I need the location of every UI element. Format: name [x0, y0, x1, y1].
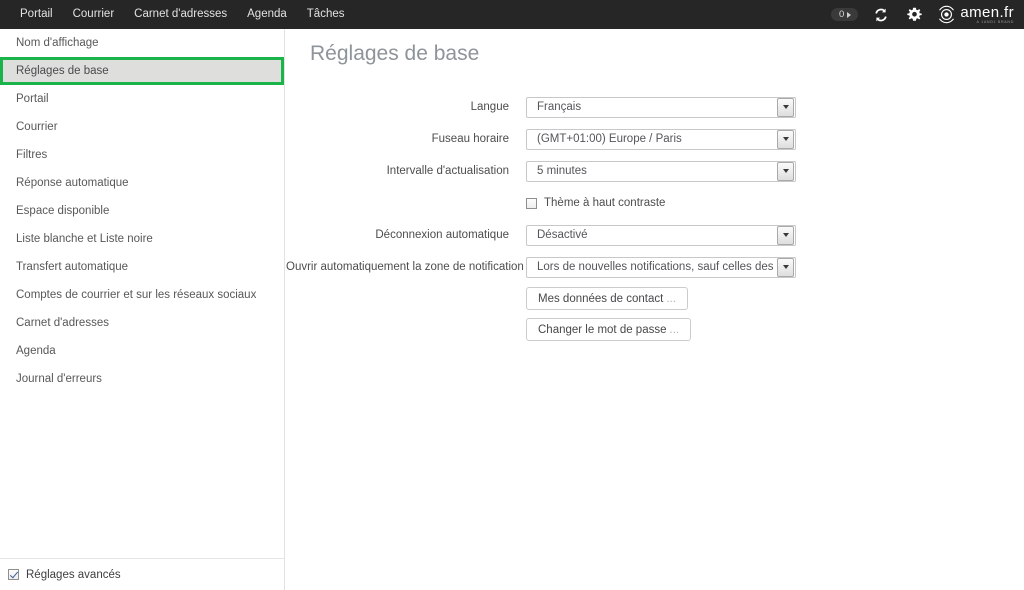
sidebar-item-label: Portail: [16, 93, 49, 105]
sidebar-item-reglages-de-base[interactable]: Réglages de base: [0, 57, 284, 85]
main-content: Réglages de base Langue Français Fuseau …: [286, 29, 1024, 590]
sidebar-item-journal-derreurs[interactable]: Journal d'erreurs: [0, 365, 284, 393]
chevron-down-icon[interactable]: [777, 225, 794, 245]
change-password-button[interactable]: Changer le mot de passe ...: [526, 318, 692, 341]
sidebar-item-label: Filtres: [16, 149, 48, 161]
auto-logout-select[interactable]: Désactivé: [526, 224, 796, 246]
sidebar-item-label: Espace disponible: [16, 205, 110, 217]
refresh-interval-value: 5 minutes: [537, 165, 587, 177]
page-title: Réglages de base: [310, 42, 480, 65]
language-select[interactable]: Français: [526, 96, 796, 118]
brand-subtitle: A 1AND1 BRAND: [976, 19, 1014, 24]
sidebar-item-comptes-courrier-reseaux[interactable]: Comptes de courrier et sur les réseaux s…: [0, 281, 284, 309]
brand-logo[interactable]: amen.fr A 1AND1 BRAND: [937, 5, 1014, 25]
language-label: Langue: [470, 101, 509, 113]
nav-item-courrier[interactable]: Courrier: [63, 0, 125, 29]
language-value: Français: [537, 101, 582, 113]
top-bar-actions: 0 amen.fr A 1AND1 BRAND: [831, 0, 1024, 29]
refresh-button[interactable]: [871, 5, 891, 25]
chevron-down-icon[interactable]: [777, 161, 794, 181]
sidebar-item-label: Comptes de courrier et sur les réseaux s…: [16, 289, 257, 301]
sidebar-item-transfert-automatique[interactable]: Transfert automatique: [0, 253, 284, 281]
nav-item-taches[interactable]: Tâches: [297, 0, 355, 29]
sidebar-item-label: Courrier: [16, 121, 58, 133]
auto-logout-label: Déconnexion automatique: [375, 229, 509, 241]
form-row-high-contrast: Thème à haut contraste: [286, 187, 1024, 219]
notification-count-value: 0: [839, 8, 845, 20]
notification-area-select[interactable]: Lors de nouvelles notifications, sauf ce…: [526, 256, 796, 278]
nav-item-portail[interactable]: Portail: [10, 0, 63, 29]
form-row-change-password: Changer le mot de passe ...: [286, 314, 1024, 345]
sidebar-item-nom-daffichage[interactable]: Nom d'affichage: [0, 29, 284, 57]
gear-icon: [907, 7, 922, 21]
top-navigation: Portail Courrier Carnet d'adresses Agend…: [0, 0, 355, 29]
sidebar-item-list: Nom d'affichage Réglages de base Portail…: [0, 29, 284, 558]
form-row-timezone: Fuseau horaire (GMT+01:00) Europe / Pari…: [286, 123, 1024, 155]
amen-logo-icon: [937, 5, 957, 24]
timezone-select[interactable]: (GMT+01:00) Europe / Paris: [526, 128, 796, 150]
high-contrast-checkbox[interactable]: [526, 197, 537, 209]
sidebar-item-courrier[interactable]: Courrier: [0, 113, 284, 141]
sidebar-item-agenda[interactable]: Agenda: [0, 337, 284, 365]
sidebar-item-label: Journal d'erreurs: [16, 373, 102, 385]
sidebar-item-label: Nom d'affichage: [16, 37, 99, 49]
notification-area-value: Lors de nouvelles notifications, sauf ce…: [537, 261, 777, 273]
high-contrast-label[interactable]: Thème à haut contraste: [544, 197, 665, 209]
chevron-down-icon[interactable]: [777, 97, 794, 117]
sidebar-item-label: Agenda: [16, 345, 56, 357]
nav-item-carnet-adresses[interactable]: Carnet d'adresses: [124, 0, 237, 29]
sidebar-item-label: Liste blanche et Liste noire: [16, 233, 153, 245]
form-row-auto-logout: Déconnexion automatique Désactivé: [286, 219, 1024, 251]
advanced-settings-label[interactable]: Réglages avancés: [26, 569, 121, 581]
brand-text: amen.fr A 1AND1 BRAND: [960, 5, 1014, 25]
brand-name: amen.fr: [960, 3, 1014, 21]
settings-button[interactable]: [904, 5, 924, 25]
timezone-value: (GMT+01:00) Europe / Paris: [537, 133, 682, 145]
sidebar-item-liste-blanche-noire[interactable]: Liste blanche et Liste noire: [0, 225, 284, 253]
sidebar-item-reponse-automatique[interactable]: Réponse automatique: [0, 169, 284, 197]
advanced-settings-checkbox[interactable]: [8, 569, 19, 580]
contact-data-button-label: Mes données de contact: [538, 292, 664, 305]
form-row-contact-data: Mes données de contact ...: [286, 283, 1024, 314]
refresh-interval-label: Intervalle d'actualisation: [386, 165, 509, 177]
sidebar-item-carnet-adresses[interactable]: Carnet d'adresses: [0, 309, 284, 337]
nav-item-agenda[interactable]: Agenda: [237, 0, 297, 29]
top-bar: Portail Courrier Carnet d'adresses Agend…: [0, 0, 1024, 29]
timezone-label: Fuseau horaire: [431, 133, 509, 145]
notification-counter[interactable]: 0: [831, 7, 859, 22]
chevron-down-icon[interactable]: [777, 257, 794, 277]
change-password-button-ellipsis: ...: [669, 323, 680, 336]
form-row-language: Langue Français: [286, 91, 1024, 123]
form-row-refresh-interval: Intervalle d'actualisation 5 minutes: [286, 155, 1024, 187]
sidebar-item-filtres[interactable]: Filtres: [0, 141, 284, 169]
settings-form: Langue Français Fuseau horaire (GMT+01:0…: [286, 91, 1024, 345]
notification-area-label: Ouvrir automatiquement la zone de notifi…: [286, 261, 524, 273]
sidebar-item-portail[interactable]: Portail: [0, 85, 284, 113]
sidebar-item-label: Réglages de base: [16, 65, 109, 77]
sidebar-item-label: Réponse automatique: [16, 177, 129, 189]
contact-data-button-ellipsis: ...: [666, 292, 676, 305]
form-row-notification-area: Ouvrir automatiquement la zone de notifi…: [286, 251, 1024, 283]
sidebar-item-espace-disponible[interactable]: Espace disponible: [0, 197, 284, 225]
sidebar: Nom d'affichage Réglages de base Portail…: [0, 29, 285, 590]
contact-data-button[interactable]: Mes données de contact ...: [526, 287, 688, 310]
sidebar-item-label: Carnet d'adresses: [16, 317, 109, 329]
sidebar-item-label: Transfert automatique: [16, 261, 129, 273]
chevron-down-icon[interactable]: [777, 129, 794, 149]
auto-logout-value: Désactivé: [537, 229, 588, 241]
refresh-interval-select[interactable]: 5 minutes: [526, 160, 796, 182]
sidebar-footer: Réglages avancés: [0, 558, 284, 590]
chevron-right-icon: [847, 11, 852, 18]
refresh-icon: [875, 8, 888, 21]
change-password-button-label: Changer le mot de passe: [538, 323, 667, 336]
